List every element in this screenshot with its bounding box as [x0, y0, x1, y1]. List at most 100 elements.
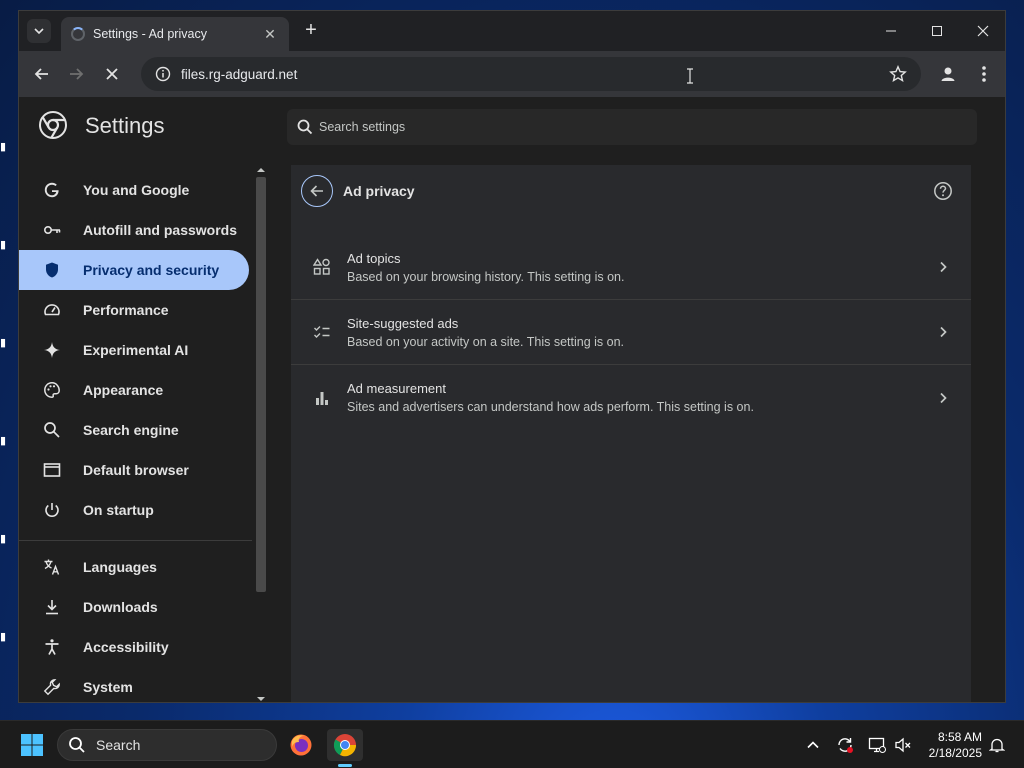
- power-icon: [43, 501, 61, 519]
- back-button[interactable]: [31, 63, 53, 85]
- arrow-left-icon: [310, 185, 323, 197]
- sidebar-item-languages[interactable]: Languages: [19, 547, 249, 587]
- tab-strip: Settings - Ad privacy ✕ +: [19, 11, 1005, 51]
- search-icon: [297, 119, 313, 135]
- help-icon[interactable]: [933, 181, 953, 201]
- sidebar-item-accessibility[interactable]: Accessibility: [19, 627, 249, 667]
- notifications-button[interactable]: [987, 735, 1007, 755]
- close-window-button[interactable]: [973, 21, 993, 41]
- sidebar-item-label: Default browser: [83, 462, 189, 478]
- chevron-up-icon: [807, 741, 819, 749]
- url-text[interactable]: files.rg-adguard.net: [181, 67, 889, 82]
- scroll-up-arrow-icon[interactable]: [255, 165, 267, 175]
- sidebar-item-label: Accessibility: [83, 639, 169, 655]
- sidebar-item-privacy-and-security[interactable]: Privacy and security: [19, 250, 249, 290]
- accessibility-icon: [43, 638, 61, 656]
- desktop-icon-fragment[interactable]: ▮: [0, 336, 18, 349]
- sidebar-item-experimental-ai[interactable]: Experimental AI: [19, 330, 249, 370]
- sidebar-item-you-and-google[interactable]: You and Google: [19, 170, 249, 210]
- chrome-icon: [333, 734, 357, 757]
- sidebar-item-default-browser[interactable]: Default browser: [19, 450, 249, 490]
- chrome-logo-icon: [39, 111, 67, 139]
- desktop-icon-fragment[interactable]: ▮: [0, 630, 18, 643]
- chevron-down-icon: [34, 28, 44, 35]
- taskbar-clock[interactable]: 8:58 AM 2/18/2025: [920, 729, 982, 761]
- browser-toolbar: files.rg-adguard.net: [19, 51, 1005, 97]
- desktop-icon-fragment[interactable]: ▮: [0, 434, 18, 447]
- row-title: Ad topics: [347, 250, 401, 266]
- tab-settings[interactable]: Settings - Ad privacy ✕: [61, 17, 289, 51]
- scroll-down-arrow-icon[interactable]: [255, 694, 267, 703]
- minimize-button[interactable]: [881, 21, 901, 41]
- tray-network-icon[interactable]: [867, 735, 887, 755]
- desktop-icon-fragment[interactable]: ▮: [0, 532, 18, 545]
- settings-search-input[interactable]: Search settings: [287, 109, 977, 145]
- settings-sidebar: You and Google Autofill and passwords Pr…: [19, 165, 252, 702]
- sidebar-divider: [19, 540, 252, 541]
- tab-search-button[interactable]: [27, 19, 51, 43]
- sync-icon: [838, 738, 853, 753]
- avatar-icon: [941, 67, 955, 81]
- arrow-right-icon: [70, 68, 84, 80]
- taskbar-chrome[interactable]: [327, 729, 363, 761]
- show-hidden-icons-button[interactable]: [803, 735, 823, 755]
- stop-loading-button[interactable]: [101, 63, 123, 85]
- sidebar-item-autofill[interactable]: Autofill and passwords: [19, 210, 249, 250]
- close-tab-button[interactable]: ✕: [261, 26, 279, 43]
- maximize-button[interactable]: [927, 21, 947, 41]
- forward-button[interactable]: [65, 63, 87, 85]
- row-text: Ad topics Based on your browsing history…: [347, 251, 933, 284]
- text-cursor-icon: [687, 68, 693, 84]
- sidebar-item-downloads[interactable]: Downloads: [19, 587, 249, 627]
- sidebar-item-label: Experimental AI: [83, 342, 189, 358]
- tray-volume-icon[interactable]: [893, 735, 913, 755]
- desktop-icon-fragment[interactable]: ▮: [0, 238, 18, 251]
- chevron-right-icon: [933, 392, 953, 404]
- site-info-icon[interactable]: [155, 66, 171, 82]
- firefox-icon: [290, 734, 312, 756]
- sidebar-item-label: System: [83, 679, 133, 695]
- sidebar-item-label: You and Google: [83, 182, 190, 198]
- sidebar-item-label: Search engine: [83, 422, 179, 438]
- sidebar-item-label: Languages: [83, 559, 157, 575]
- windows-start-icon[interactable]: [20, 733, 44, 757]
- sidebar-item-search-engine[interactable]: Search engine: [19, 410, 249, 450]
- loading-spinner-icon: [71, 27, 85, 41]
- row-subtitle: Based on your activity on a site. This s…: [347, 334, 624, 349]
- scrollbar-thumb[interactable]: [256, 177, 266, 592]
- clock-date: 2/18/2025: [928, 746, 982, 760]
- sparkle-icon: [43, 341, 61, 359]
- address-bar[interactable]: files.rg-adguard.net: [141, 57, 921, 91]
- row-site-suggested-ads[interactable]: Site-suggested ads Based on your activit…: [291, 300, 971, 365]
- taskbar-search-label: Search: [96, 737, 141, 753]
- menu-button[interactable]: [973, 63, 995, 85]
- sidebar-item-label: On startup: [83, 502, 154, 518]
- topics-icon: [313, 258, 331, 276]
- row-ad-topics[interactable]: Ad topics Based on your browsing history…: [291, 235, 971, 300]
- sidebar-item-label: Downloads: [83, 599, 158, 615]
- search-icon: [43, 421, 61, 439]
- taskbar-firefox[interactable]: [283, 729, 319, 761]
- taskbar-search-box[interactable]: Search: [57, 729, 277, 761]
- sidebar-item-system[interactable]: System: [19, 667, 249, 702]
- new-tab-button[interactable]: +: [301, 20, 321, 41]
- ad-privacy-header: Ad privacy: [291, 165, 971, 217]
- volume-muted-icon: [895, 737, 911, 753]
- back-to-privacy-button[interactable]: [301, 175, 333, 207]
- sidebar-item-performance[interactable]: Performance: [19, 290, 249, 330]
- sidebar-item-on-startup[interactable]: On startup: [19, 490, 249, 530]
- sidebar-scrollbar[interactable]: [255, 165, 267, 703]
- desktop-icon-fragment[interactable]: ▮: [0, 140, 18, 153]
- profile-button[interactable]: [937, 63, 959, 85]
- tray-sync-icon[interactable]: [835, 735, 855, 755]
- taskbar: Search 8:58 AM 2/18/2025: [0, 720, 1024, 768]
- row-title: Site-suggested ads: [347, 315, 459, 331]
- close-icon: [106, 68, 118, 80]
- tab-title: Settings - Ad privacy: [93, 27, 207, 41]
- row-subtitle: Based on your browsing history. This set…: [347, 269, 625, 284]
- download-icon: [43, 598, 61, 616]
- star-icon[interactable]: [889, 65, 907, 83]
- sidebar-item-appearance[interactable]: Appearance: [19, 370, 249, 410]
- row-subtitle: Sites and advertisers can understand how…: [347, 400, 754, 414]
- row-ad-measurement[interactable]: Ad measurement Sites and advertisers can…: [291, 365, 971, 430]
